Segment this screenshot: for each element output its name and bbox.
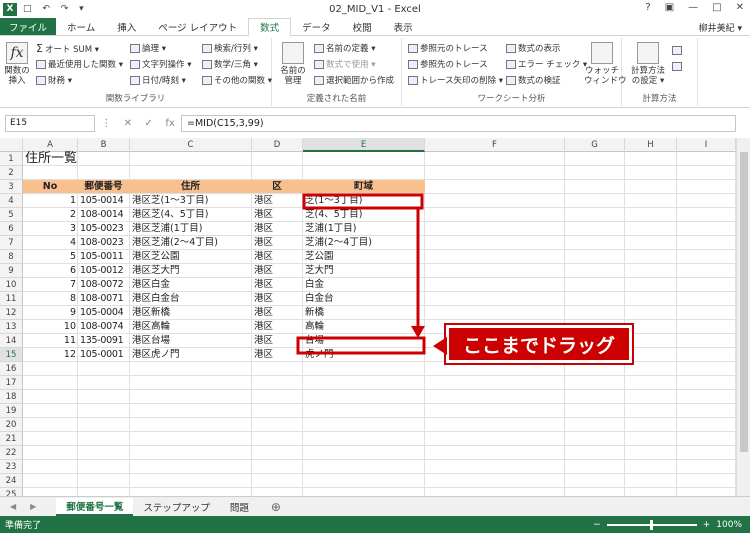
sheet-next-icon[interactable]: ▶ bbox=[30, 502, 36, 511]
add-sheet-icon[interactable]: ⊕ bbox=[271, 500, 281, 514]
sheet-tab-postal[interactable]: 郵便番号一覧 bbox=[56, 497, 134, 516]
drag-callout: ここまでドラッグ bbox=[433, 323, 634, 365]
sheet-tab-bar: ◀ ▶ 郵便番号一覧 ステップアップ 問題 ⊕ bbox=[0, 496, 750, 516]
annotation-layer bbox=[296, 193, 426, 355]
highlight-end-cell bbox=[296, 336, 426, 355]
zoom-in-button[interactable]: + bbox=[703, 520, 711, 530]
status-text: 準備完了 bbox=[5, 521, 42, 531]
zoom-knob[interactable] bbox=[649, 519, 653, 530]
highlight-start-cell bbox=[302, 193, 424, 210]
zoom-level[interactable]: 100% bbox=[716, 520, 742, 530]
sheet-tab-stepup[interactable]: ステップアップ bbox=[133, 498, 220, 516]
zoom-out-button[interactable]: − bbox=[593, 520, 601, 530]
zoom-slider[interactable] bbox=[606, 519, 697, 530]
sheet-tab-problem[interactable]: 問題 bbox=[220, 498, 259, 516]
drag-arrow-head bbox=[411, 326, 425, 338]
status-bar: 準備完了 − + 100% bbox=[0, 516, 750, 533]
zoom-control: − + 100% bbox=[593, 519, 742, 530]
sheet-prev-icon[interactable]: ◀ bbox=[10, 502, 16, 511]
